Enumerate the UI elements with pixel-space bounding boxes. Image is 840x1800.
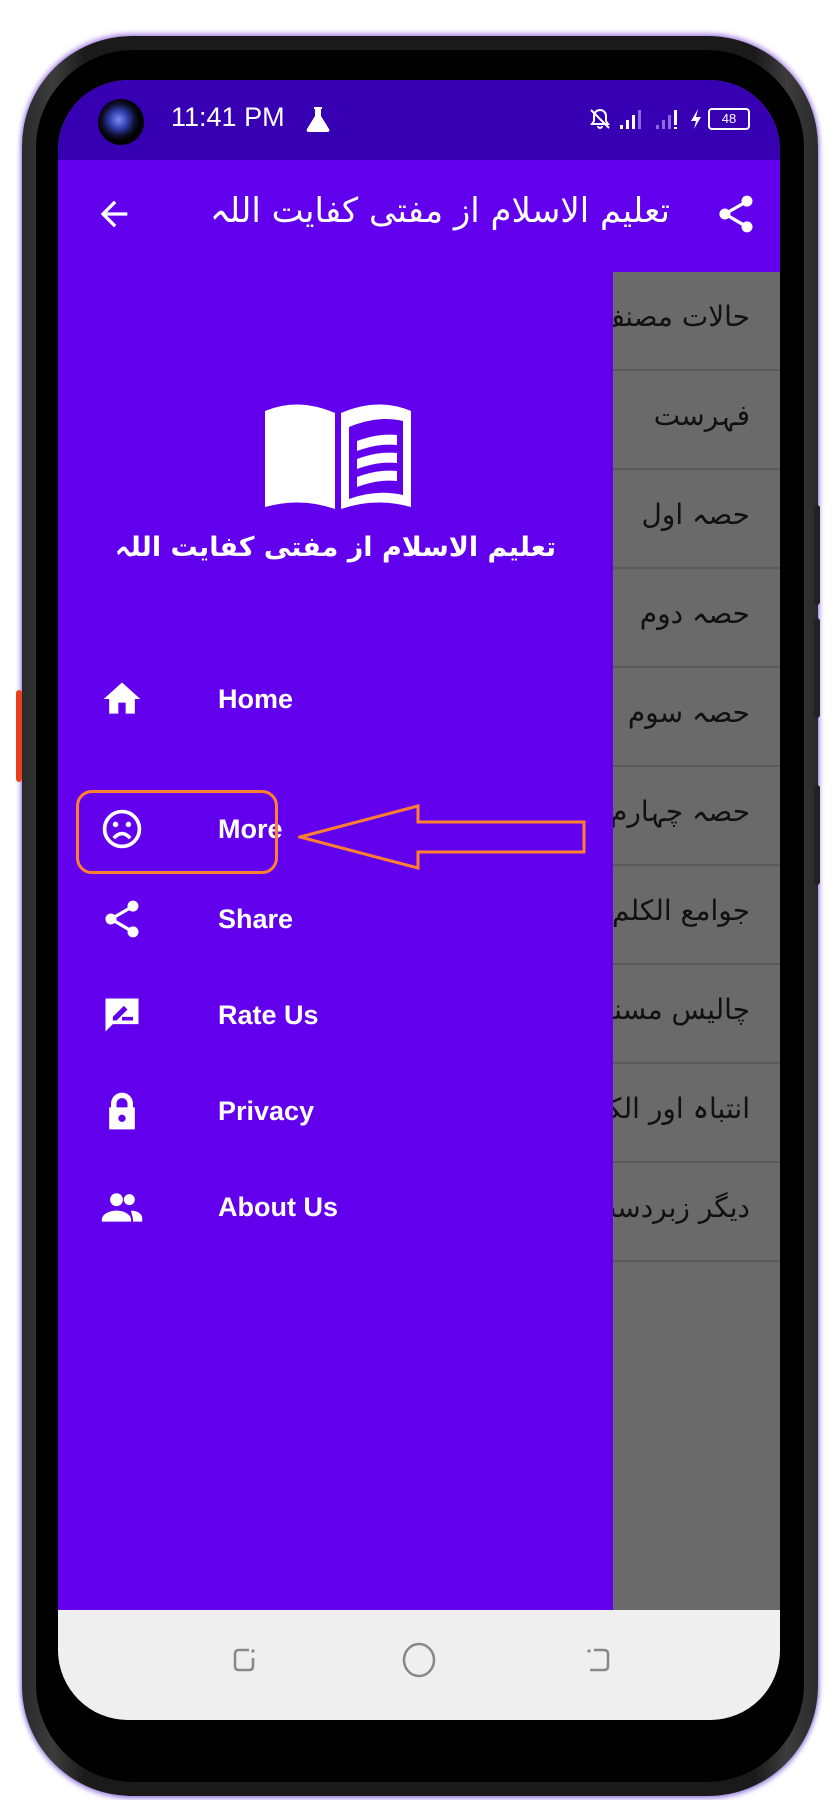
bell-off-icon <box>590 108 610 129</box>
app-title: تعلیم الاسلام از مفتی کفایت اللہ <box>209 191 670 231</box>
navigation-drawer: تعلیم الاسلام از مفتی کفایت اللہ Home Mo… <box>58 272 613 1610</box>
power-button <box>814 785 820 885</box>
share-icon[interactable] <box>714 192 758 236</box>
volume-down-button <box>814 618 820 718</box>
screen: 11:41 PM 48 تعلیم الاسلام از مفتی کفایت … <box>58 80 780 1720</box>
recents-icon[interactable] <box>225 1640 265 1680</box>
annotation-highlight-box <box>76 790 278 874</box>
annotation-arrow <box>298 804 586 870</box>
flask-icon <box>306 107 330 132</box>
system-nav-bar <box>58 1610 780 1720</box>
menu-item-share[interactable]: Share <box>98 884 498 954</box>
home-icon <box>103 682 141 714</box>
signal-icon <box>620 110 641 129</box>
drawer-header-title: تعلیم الاسلام از مفتی کفایت اللہ <box>114 532 557 563</box>
arrow-back-icon[interactable] <box>94 194 134 234</box>
people-icon <box>101 1193 143 1222</box>
volume-up-button <box>814 505 820 605</box>
battery-icon: 48 <box>708 108 750 130</box>
back-nav-icon[interactable] <box>578 1640 618 1680</box>
rate-review-icon <box>105 998 139 1032</box>
share-icon <box>105 900 139 938</box>
menu-item-about-us[interactable]: About Us <box>98 1172 498 1242</box>
status-bar: 11:41 PM 48 <box>58 80 780 160</box>
app-bar: تعلیم الاسلام از مفتی کفایت اللہ <box>58 160 780 272</box>
menu-item-privacy[interactable]: Privacy <box>98 1076 498 1146</box>
lock-icon <box>109 1092 135 1130</box>
camera-cutout <box>98 99 144 145</box>
signal-icon-2 <box>656 110 677 129</box>
status-time: 11:41 PM <box>171 102 285 132</box>
menu-item-home[interactable]: Home <box>98 664 498 734</box>
status-icons: 48 <box>588 107 750 131</box>
home-circle-icon[interactable] <box>399 1640 439 1680</box>
open-book-icon <box>265 404 411 509</box>
side-button-left <box>16 690 22 782</box>
charging-icon <box>691 109 701 129</box>
menu-item-rate-us[interactable]: Rate Us <box>98 980 498 1050</box>
